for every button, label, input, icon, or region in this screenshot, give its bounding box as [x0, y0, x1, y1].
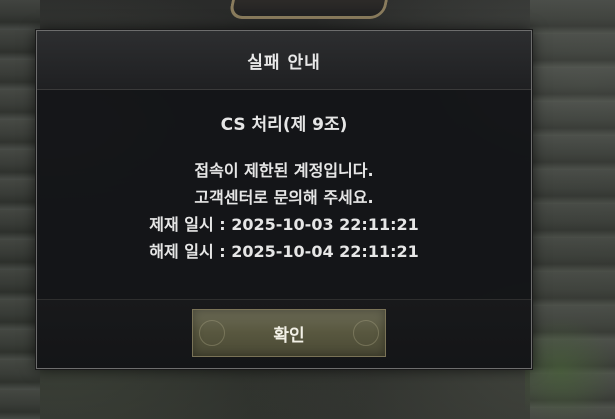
dialog-footer: 확인 [37, 299, 531, 368]
sanction-end-time: 해제 일시 : 2025-10-04 22:11:21 [149, 242, 419, 261]
background-stone-wall-left [0, 0, 40, 419]
message-line-restricted: 접속이 제한된 계정입니다. [194, 161, 374, 180]
ornament-icon [199, 320, 225, 346]
background-foliage [525, 299, 615, 419]
message-line-contact: 고객센터로 문의해 주세요. [194, 188, 374, 207]
confirm-label: 확인 [273, 325, 305, 346]
confirm-button[interactable]: 확인 [192, 309, 386, 357]
failure-notice-dialog: 실패 안내 CS 처리(제 9조) 접속이 제한된 계정입니다. 고객센터로 문… [36, 30, 532, 369]
dialog-title: 실패 안내 [247, 52, 321, 73]
game-emblem [227, 0, 393, 19]
cs-reason: CS 처리(제 9조) [220, 115, 348, 135]
restriction-message: 접속이 제한된 계정입니다. 고객센터로 문의해 주세요. 제재 일시 : 20… [37, 157, 531, 265]
dialog-body: CS 처리(제 9조) 접속이 제한된 계정입니다. 고객센터로 문의해 주세요… [37, 90, 531, 300]
ornament-icon [353, 320, 379, 346]
dialog-header: 실패 안내 [37, 31, 531, 90]
sanction-start-time: 제재 일시 : 2025-10-03 22:11:21 [149, 215, 419, 234]
